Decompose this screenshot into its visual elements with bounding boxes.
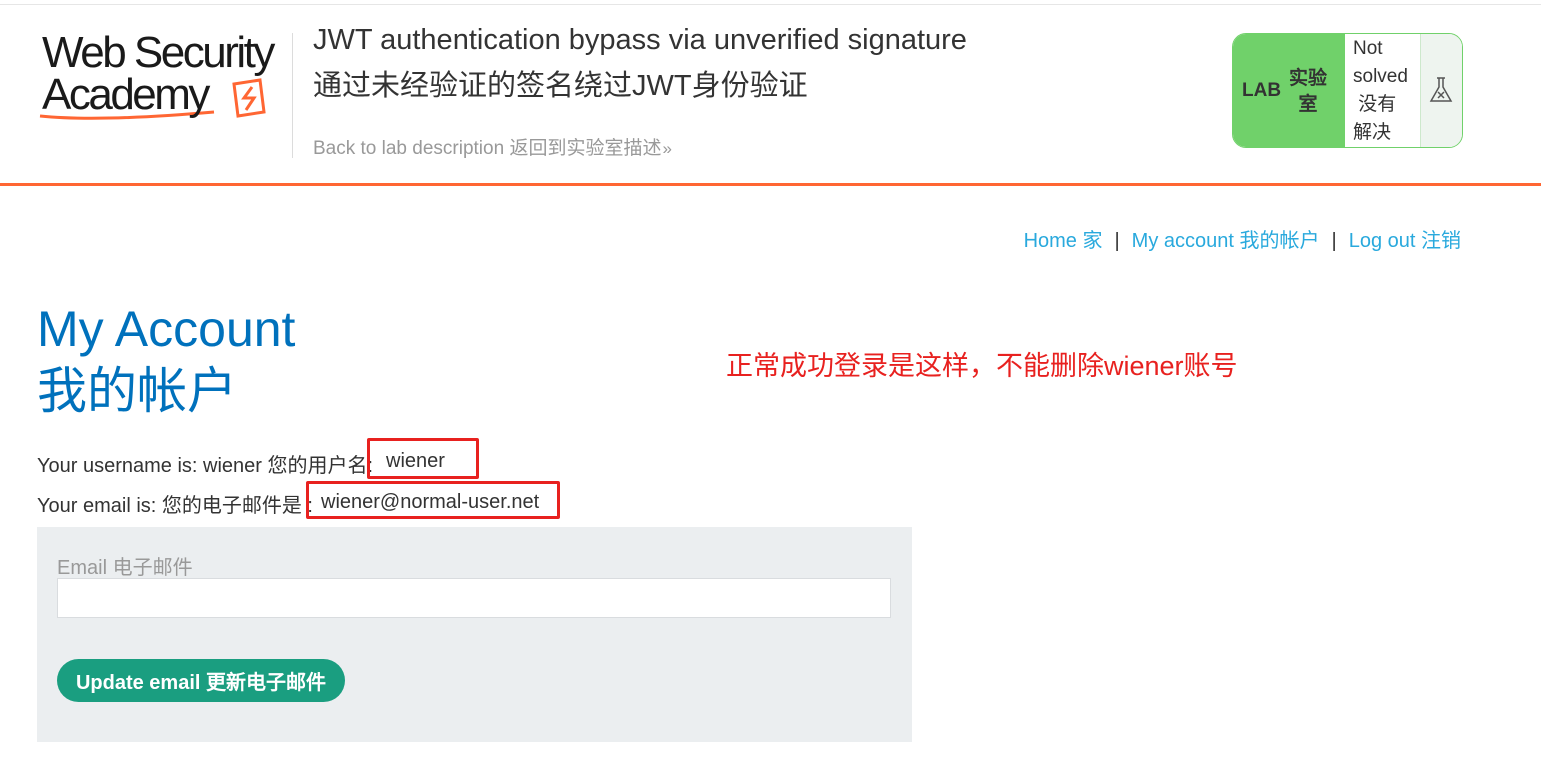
lab-badge-label: LAB 实验室 bbox=[1233, 34, 1344, 147]
page-title-en: My Account bbox=[37, 301, 296, 357]
web-security-academy-logo[interactable]: Web Security Academy bbox=[38, 30, 288, 125]
update-email-form: Email 电子邮件 Update email 更新电子邮件 bbox=[37, 527, 912, 742]
email-value: wiener@normal-user.net bbox=[321, 491, 540, 513]
header-divider bbox=[292, 33, 293, 158]
back-link-label: Back to lab description 返回到实验室描述 bbox=[313, 138, 662, 159]
lab-status-text: Not solved 没有 解决 bbox=[1344, 34, 1420, 147]
flask-icon bbox=[1429, 77, 1453, 102]
lab-word: LAB bbox=[1242, 80, 1282, 101]
chevron-right-icon: » bbox=[662, 139, 672, 158]
email-input[interactable] bbox=[57, 578, 891, 618]
status-line: 解决 bbox=[1353, 122, 1392, 143]
top-nav: Home 家 | My account 我的帐户 | Log out 注销 bbox=[1024, 224, 1461, 253]
update-email-button[interactable]: Update email 更新电子邮件 bbox=[57, 659, 345, 702]
page-title: My Account 我的帐户 bbox=[37, 298, 295, 422]
back-to-lab-description-link[interactable]: Back to lab description 返回到实验室描述» bbox=[313, 133, 672, 160]
page-title-zh: 我的帐户 bbox=[37, 363, 237, 419]
lab-title-zh: 通过未经验证的签名绕过JWT身份验证 bbox=[313, 70, 808, 102]
email-label: Your email is: 您的电子邮件是 : bbox=[37, 495, 313, 517]
lab-title-en: JWT authentication bypass via unverified… bbox=[313, 24, 967, 56]
username-value: wiener bbox=[386, 450, 445, 472]
username-label: Your username is: wiener 您的用户名: bbox=[37, 455, 374, 477]
lab-icon-cell bbox=[1420, 34, 1462, 147]
nav-logout-link[interactable]: Log out 注销 bbox=[1349, 230, 1461, 252]
logo-line2: Academy bbox=[42, 70, 210, 119]
nav-home-link[interactable]: Home 家 bbox=[1024, 230, 1103, 252]
nav-separator: | bbox=[1114, 230, 1120, 252]
status-line: Not bbox=[1353, 38, 1383, 59]
email-field-label: Email 电子邮件 bbox=[57, 557, 193, 579]
lab-word-zh: 实验室 bbox=[1288, 68, 1327, 115]
header-accent-line bbox=[0, 183, 1541, 186]
email-highlight: wiener@normal-user.net bbox=[306, 481, 560, 519]
status-line: 没有 bbox=[1353, 94, 1397, 115]
nav-my-account-link[interactable]: My account 我的帐户 bbox=[1132, 230, 1320, 252]
annotation-note: 正常成功登录是这样，不能删除wiener账号 bbox=[726, 351, 1238, 381]
logo-line1: Web Security bbox=[42, 28, 275, 77]
header: Web Security Academy JWT authentication … bbox=[0, 0, 1541, 186]
lab-status-badge: LAB 实验室 Not solved 没有 解决 bbox=[1232, 33, 1463, 148]
status-line: solved bbox=[1353, 66, 1408, 87]
nav-separator: | bbox=[1331, 230, 1337, 252]
username-highlight: wiener bbox=[367, 438, 479, 479]
